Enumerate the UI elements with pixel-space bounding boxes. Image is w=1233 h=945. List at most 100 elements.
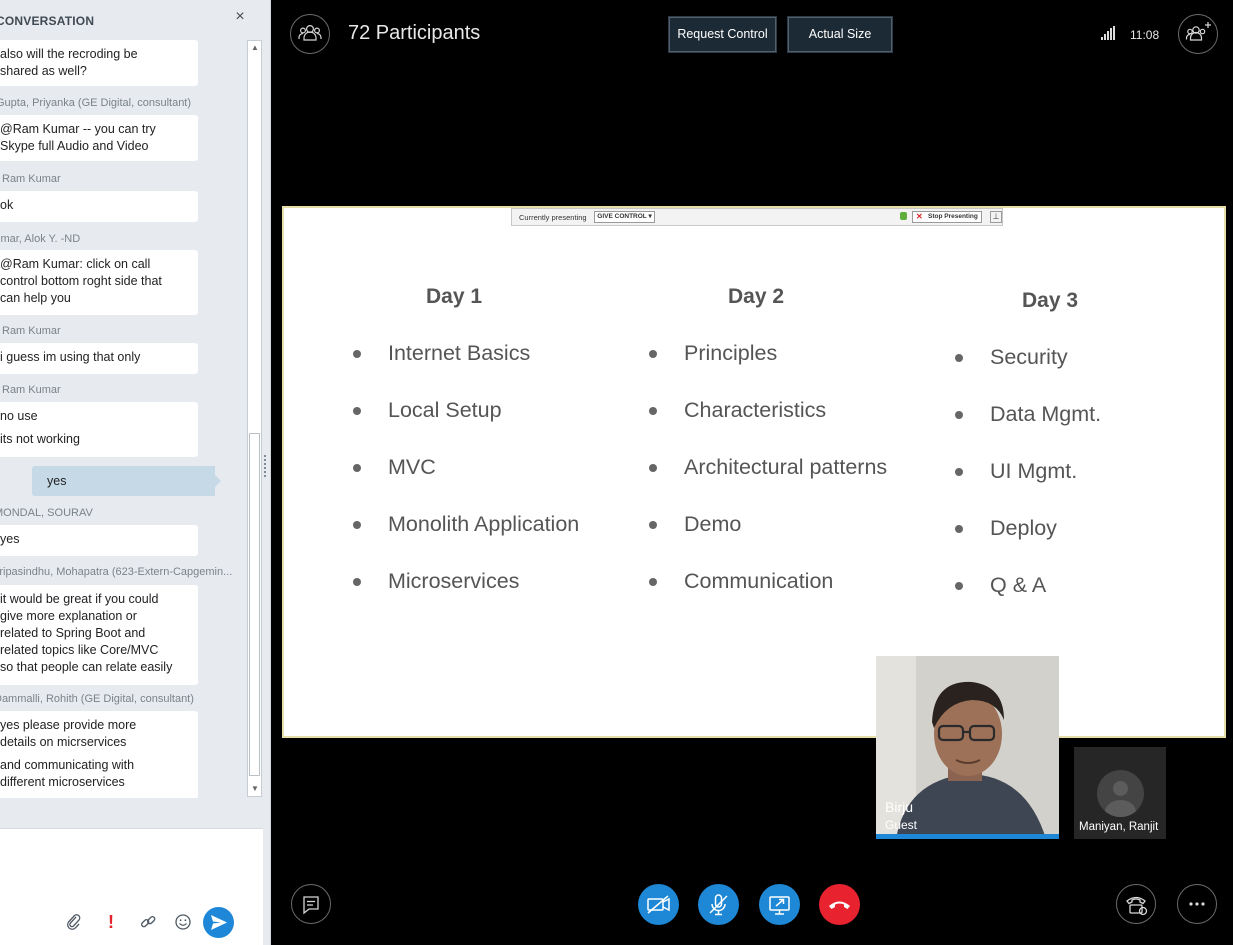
importance-icon[interactable]: !	[102, 913, 120, 931]
video-participant-role: Guest	[885, 818, 918, 832]
message-bubble: yes	[0, 525, 198, 556]
message-bubble: also will the recroding be shared as wel…	[0, 40, 198, 86]
message-bubble: it would be great if you could give more…	[0, 585, 198, 685]
participants-button[interactable]	[290, 14, 330, 54]
message-line: @Ram Kumar -- you can try	[0, 122, 156, 136]
call-controls-button[interactable]	[1116, 884, 1156, 924]
bullet	[955, 411, 963, 419]
bullet	[955, 582, 963, 590]
slide-item: Demo	[684, 512, 742, 536]
message-bubble: no use its not working	[0, 402, 198, 457]
message-sender: Kumar, Alok Y. -ND	[0, 233, 81, 245]
close-icon[interactable]: ×	[233, 9, 247, 25]
attachment-icon[interactable]	[65, 913, 83, 931]
share-screen-icon	[769, 896, 790, 915]
add-people-icon	[1185, 22, 1211, 41]
message-sender: MONDAL, SOURAV	[0, 507, 93, 519]
link-icon[interactable]	[139, 913, 157, 931]
message-bubble: ok	[0, 191, 198, 222]
slide-item: Deploy	[990, 516, 1057, 540]
bullet	[649, 578, 657, 586]
actual-size-button[interactable]: Actual Size	[787, 16, 893, 53]
my-message-bubble: yes	[32, 466, 221, 496]
message-bubble: yes please provide more details on micrs…	[0, 711, 198, 798]
message-sender: Gupta, Priyanka (GE Digital, consultant)	[0, 97, 192, 109]
message-line: no use	[0, 409, 38, 423]
message-sender: Kripasindhu, Mohapatra (623-Extern-Capge…	[0, 566, 233, 578]
message-line: ok	[0, 198, 14, 212]
message-line: also will the recroding be	[0, 47, 138, 61]
bullet	[353, 464, 361, 472]
send-button[interactable]	[203, 907, 234, 938]
message-bubble: @Ram Kumar: click on call control bottom…	[0, 250, 198, 315]
bullet	[649, 350, 657, 358]
people-icon	[298, 25, 322, 41]
message-line: details on micrservices	[0, 735, 127, 749]
avatar-icon	[1097, 770, 1144, 817]
participant-name: Maniyan, Ranjit	[1079, 821, 1159, 833]
message-line: related topics like Core/MVC	[0, 643, 159, 657]
hang-up-icon	[829, 901, 850, 909]
slide-item: Internet Basics	[388, 341, 531, 365]
more-options-button[interactable]	[1177, 884, 1217, 924]
message-line: it would be great if you could	[0, 592, 159, 606]
scroll-up-icon[interactable]: ▲	[250, 43, 260, 53]
video-toggle-button[interactable]	[638, 884, 679, 925]
request-control-button[interactable]: Request Control	[668, 16, 777, 53]
bullet	[955, 354, 963, 362]
send-icon	[211, 915, 227, 930]
presenter-video[interactable]: Birju Guest	[876, 656, 1059, 839]
bullet	[649, 407, 657, 415]
message-line: and communicating with	[0, 758, 135, 772]
bullet	[353, 578, 361, 586]
chat-scrollbar[interactable]: ▲ ▼	[247, 40, 262, 797]
message-line: different microservices	[0, 775, 125, 789]
hang-up-button[interactable]	[819, 884, 860, 925]
message-line: control bottom roght side that	[0, 274, 162, 288]
column-title: Day 2	[728, 285, 785, 308]
mute-button[interactable]	[698, 884, 739, 925]
message-line: yes please provide more	[0, 718, 137, 732]
bullet	[353, 521, 361, 529]
bullet	[955, 468, 963, 476]
participants-count[interactable]: 72 Participants	[348, 22, 480, 45]
bullet	[955, 525, 963, 533]
add-participants-button[interactable]	[1178, 14, 1218, 54]
active-speaker-bar	[876, 834, 1059, 839]
participant-tile[interactable]: Maniyan, Ranjit	[1074, 747, 1166, 839]
slide-item: Architectural patterns	[684, 455, 888, 479]
slide-item: Security	[990, 345, 1068, 369]
column-title: Day 1	[426, 285, 483, 308]
column-title: Day 3	[1022, 289, 1079, 312]
message-line: give more explanation or	[0, 609, 137, 623]
conversation-panel: CONVERSATION × also will the recroding b…	[0, 0, 271, 945]
scroll-down-icon[interactable]: ▼	[250, 784, 260, 794]
pin-icon[interactable]: ⊥	[990, 211, 1002, 223]
slide-item: Monolith Application	[388, 512, 580, 536]
give-control-dropdown[interactable]: GIVE CONTROL ▾	[594, 211, 655, 223]
scroll-thumb[interactable]	[249, 433, 260, 776]
signal-strength-icon	[1101, 26, 1116, 40]
clock: 11:08	[1130, 28, 1160, 42]
video-off-icon	[647, 895, 670, 914]
slide-item: Communication	[684, 569, 834, 593]
resize-grip[interactable]	[264, 455, 267, 477]
emoticon-icon[interactable]	[174, 913, 192, 931]
bullet	[649, 464, 657, 472]
bullet	[353, 407, 361, 415]
more-icon	[1189, 902, 1205, 906]
chat-icon	[303, 896, 319, 915]
message-list: also will the recroding be shared as wel…	[0, 38, 247, 798]
slide-item: MVC	[388, 455, 436, 479]
message-line: i guess im using that only	[0, 350, 141, 364]
slide-item: Microservices	[388, 569, 520, 593]
message-line: yes	[0, 532, 20, 546]
message-line: shared as well?	[0, 64, 87, 78]
conversation-header: CONVERSATION ×	[0, 0, 270, 38]
conversation-toggle-button[interactable]	[291, 884, 331, 924]
stop-presenting-button[interactable]: Stop Presenting	[912, 211, 982, 223]
share-content-button[interactable]	[759, 884, 800, 925]
message-line: related to Spring Boot and	[0, 626, 146, 640]
message-line: its not working	[0, 432, 80, 446]
slide-item: Q & A	[990, 573, 1047, 597]
